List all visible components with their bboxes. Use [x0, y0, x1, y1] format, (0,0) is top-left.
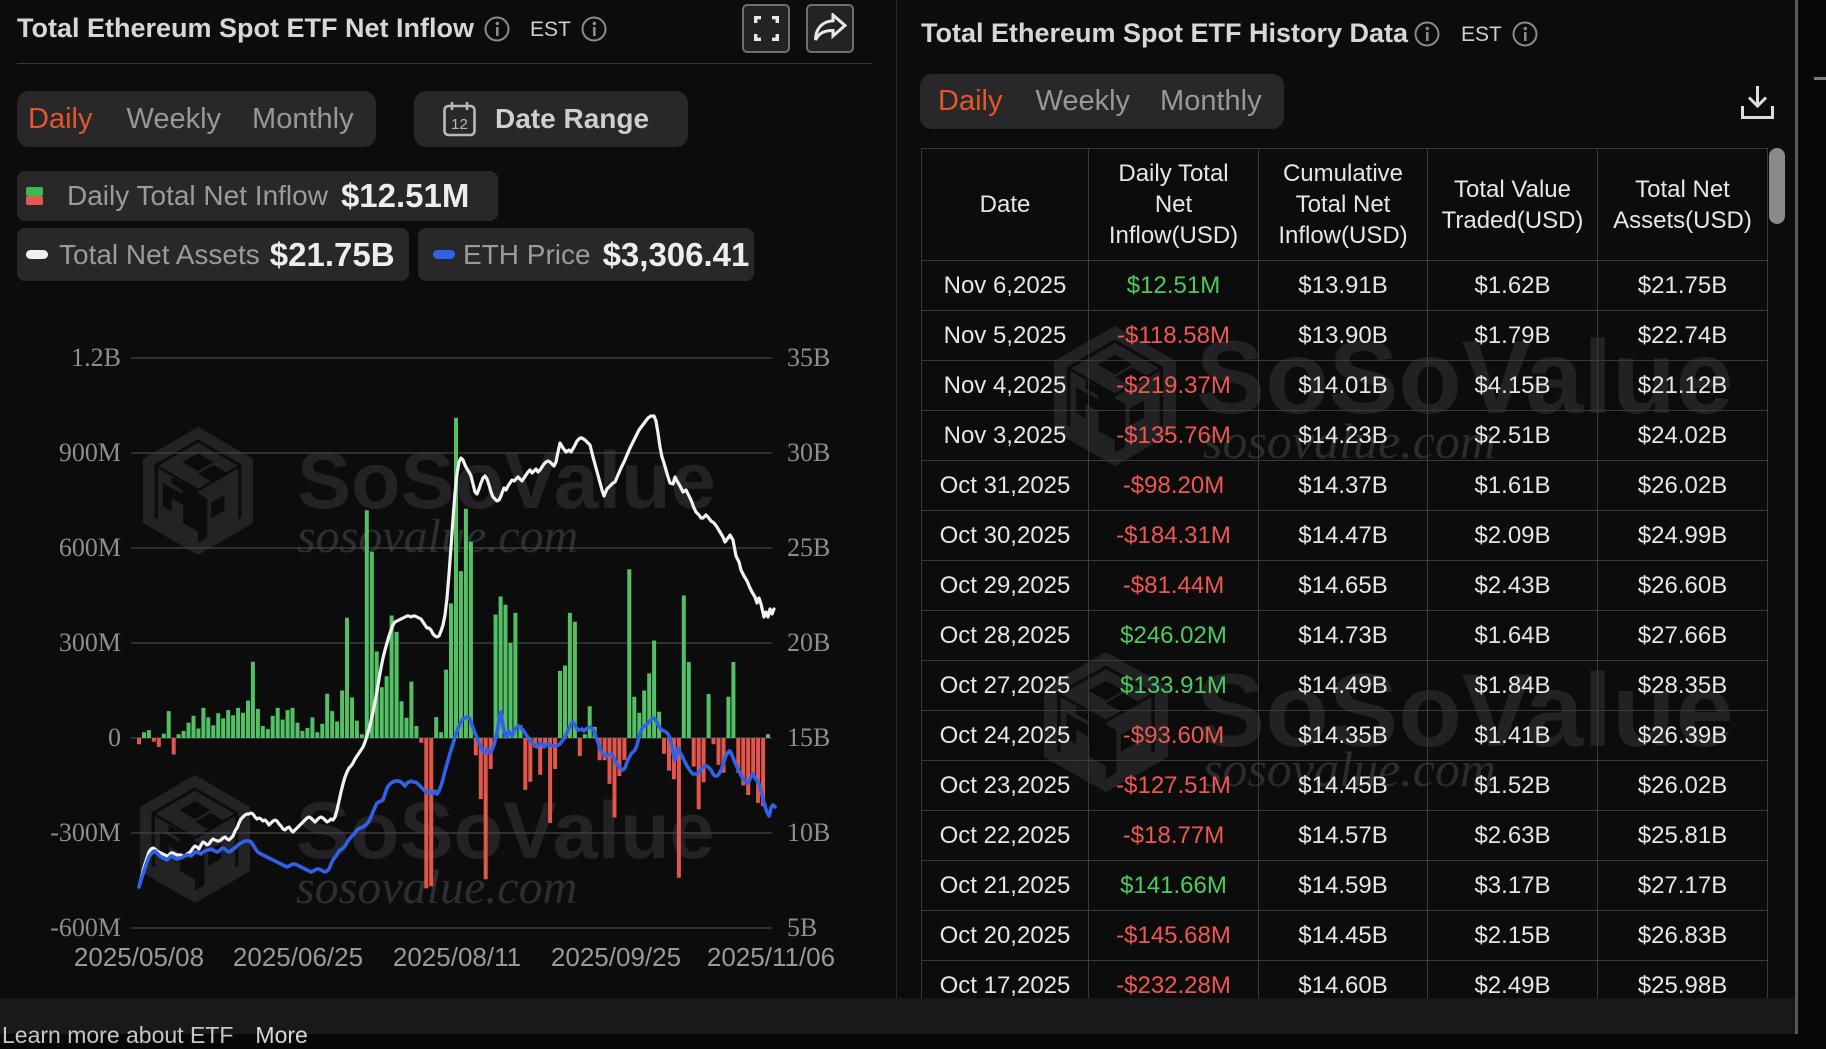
svg-text:-600M: -600M — [50, 913, 121, 942]
svg-text:2025/09/25: 2025/09/25 — [551, 942, 681, 972]
svg-text:15B: 15B — [787, 723, 830, 752]
svg-text:35B: 35B — [787, 343, 830, 372]
svg-text:25B: 25B — [787, 533, 830, 562]
svg-text:12: 12 — [451, 116, 468, 133]
svg-text:20B: 20B — [787, 628, 830, 657]
svg-text:1.2B: 1.2B — [71, 343, 121, 372]
svg-text:2025/11/06: 2025/11/06 — [707, 942, 835, 972]
svg-text:sosovalue.com: sosovalue.com — [296, 861, 577, 914]
svg-text:2025/05/08: 2025/05/08 — [74, 942, 204, 972]
svg-text:900M: 900M — [59, 438, 121, 467]
svg-text:10B: 10B — [787, 818, 830, 847]
svg-text:300M: 300M — [59, 628, 121, 657]
svg-text:30B: 30B — [787, 438, 830, 467]
svg-text:2025/06/25: 2025/06/25 — [233, 942, 363, 972]
svg-text:600M: 600M — [59, 533, 121, 562]
svg-text:5B: 5B — [787, 913, 817, 942]
svg-text:-300M: -300M — [50, 818, 121, 847]
svg-text:2025/08/11: 2025/08/11 — [393, 942, 521, 972]
svg-text:0: 0 — [108, 723, 121, 752]
svg-text:sosovalue.com: sosovalue.com — [297, 510, 578, 563]
